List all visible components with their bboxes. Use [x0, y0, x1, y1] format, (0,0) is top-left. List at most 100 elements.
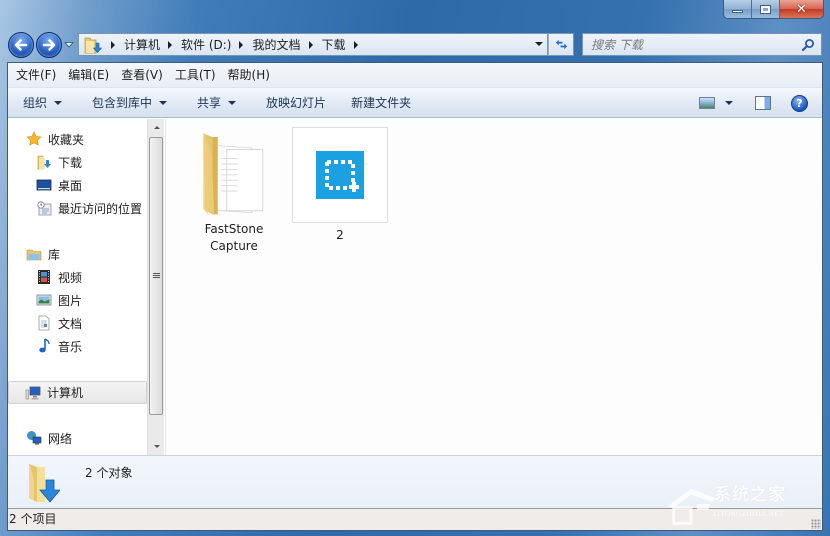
help-icon[interactable]: ?: [791, 94, 808, 112]
video-icon: [36, 269, 53, 285]
nav-downloads-label: 下载: [58, 155, 83, 170]
nav-music-label: 音乐: [58, 339, 83, 354]
menu-help[interactable]: 帮助(H): [222, 63, 276, 88]
nav-documents[interactable]: 文档: [36, 313, 82, 333]
breadcrumb-my-documents[interactable]: 我的文档: [252, 36, 300, 53]
breadcrumb-drive-d[interactable]: 软件 (D:): [181, 36, 231, 53]
toolbar-right-group: ?: [699, 88, 822, 118]
chevron-down-icon: [54, 100, 63, 105]
pictures-icon: [36, 292, 53, 308]
explorer-client-area: 文件(F) 编辑(E) 查看(V) 工具(T) 帮助(H) 组织 包含到库中 共…: [7, 62, 823, 531]
resize-grip[interactable]: [811, 519, 821, 529]
refresh-icon: [555, 39, 567, 50]
minimize-button[interactable]: [724, 0, 752, 18]
change-view-icon[interactable]: [699, 97, 715, 109]
forward-button[interactable]: [36, 32, 62, 58]
address-history-dropdown[interactable]: [535, 42, 543, 46]
nav-music[interactable]: 音乐: [36, 336, 82, 356]
maximize-button[interactable]: [752, 0, 780, 18]
breadcrumb-separator[interactable]: [353, 40, 358, 49]
close-button[interactable]: ✕: [780, 0, 823, 18]
screen-capture-icon: [316, 151, 364, 199]
maximize-icon: [760, 4, 771, 14]
arrow-right-icon: [42, 39, 56, 51]
breadcrumb-computer[interactable]: 计算机: [124, 36, 160, 53]
navpane-scrollbar[interactable]: [147, 119, 164, 455]
recent-pages-dropdown[interactable]: [64, 41, 74, 49]
slideshow-button[interactable]: 放映幻灯片: [246, 90, 336, 116]
menu-view[interactable]: 查看(V): [115, 63, 169, 88]
recent-places-icon: [36, 200, 53, 216]
details-summary: 2 个对象: [85, 466, 133, 480]
organize-button[interactable]: 组织: [8, 90, 72, 116]
nav-recent-places-label: 最近访问的位置: [58, 201, 143, 216]
desktop-icon: [36, 177, 53, 193]
breadcrumb-separator[interactable]: [168, 40, 173, 49]
menu-tools[interactable]: 工具(T): [169, 63, 222, 88]
address-bar[interactable]: 计算机 软件 (D:) 我的文档 下载: [78, 33, 548, 56]
file-name-line2: Capture: [210, 239, 258, 253]
file-item-2[interactable]: 2: [292, 127, 388, 244]
music-note-icon: [36, 338, 53, 354]
nav-network[interactable]: 网络: [26, 428, 72, 448]
nav-videos[interactable]: 视频: [36, 267, 82, 287]
breadcrumb-separator[interactable]: [239, 40, 244, 49]
star-icon: [26, 131, 43, 147]
nav-favorites[interactable]: 收藏夹: [26, 129, 84, 149]
search-box[interactable]: [582, 33, 822, 56]
include-in-library-button[interactable]: 包含到库中: [72, 90, 177, 116]
view-options-dropdown[interactable]: [725, 101, 733, 105]
scroll-up-button[interactable]: [148, 119, 165, 136]
breadcrumb-separator[interactable]: [111, 40, 115, 49]
slideshow-label: 放映幻灯片: [266, 96, 327, 110]
network-icon: [26, 430, 43, 446]
chevron-down-icon: [228, 100, 237, 105]
file-list-pane[interactable]: FastStone Capture 2: [165, 119, 822, 455]
status-text: 2 个项目: [9, 512, 57, 526]
nav-desktop[interactable]: 桌面: [36, 175, 82, 195]
nav-pictures[interactable]: 图片: [36, 290, 82, 310]
chevron-down-icon: [153, 445, 160, 448]
download-folder-icon: [83, 36, 103, 54]
file-item-faststone-capture[interactable]: FastStone Capture: [186, 125, 282, 255]
search-icon[interactable]: [801, 38, 815, 52]
download-folder-icon: [36, 154, 53, 170]
breadcrumb-separator[interactable]: [308, 40, 313, 49]
window-frame: ✕ 计算机 软件 (D:) 我的文档 下载 搜索 下载 文件(F) 编辑(E) …: [0, 0, 830, 536]
close-icon: ✕: [796, 1, 807, 17]
documents-icon: [36, 315, 53, 331]
navigation-row: 计算机 软件 (D:) 我的文档 下载: [0, 30, 830, 60]
chevron-up-icon: [153, 126, 160, 129]
file-name-line1: 2: [336, 228, 344, 242]
details-pane: 2 个对象: [8, 455, 822, 508]
caption-buttons: ✕: [723, 0, 824, 19]
menu-bar: 文件(F) 编辑(E) 查看(V) 工具(T) 帮助(H): [8, 63, 822, 88]
menu-file[interactable]: 文件(F): [10, 63, 62, 88]
nav-favorites-label: 收藏夹: [48, 132, 85, 147]
computer-icon: [25, 385, 42, 401]
nav-libraries[interactable]: 库: [26, 244, 60, 264]
search-input[interactable]: [583, 37, 783, 52]
back-button[interactable]: [8, 32, 34, 58]
breadcrumb-downloads[interactable]: 下载: [322, 36, 346, 53]
refresh-button[interactable]: [548, 33, 574, 56]
download-folder-icon: [26, 462, 61, 504]
nav-computer[interactable]: 计算机: [8, 381, 147, 404]
nav-recent-places[interactable]: 最近访问的位置: [36, 198, 142, 218]
minimize-icon: [732, 10, 743, 13]
menu-edit[interactable]: 编辑(E): [62, 63, 115, 88]
organize-label: 组织: [23, 96, 48, 110]
scroll-down-button[interactable]: [148, 438, 165, 455]
nav-downloads[interactable]: 下载: [36, 152, 82, 172]
nav-videos-label: 视频: [58, 270, 83, 285]
navigation-pane: 收藏夹 下载 桌面 最近访问的位置 库 视频 图片 文档 音乐 计算机 网络: [8, 119, 164, 455]
preview-pane-icon[interactable]: [755, 96, 771, 110]
nav-documents-label: 文档: [58, 316, 83, 331]
folder-icon: [186, 125, 282, 221]
scrollbar-thumb[interactable]: [149, 137, 163, 415]
status-bar: 2 个项目: [8, 508, 822, 530]
image-thumbnail: [292, 127, 388, 223]
new-folder-button[interactable]: 新建文件夹: [336, 90, 421, 116]
share-button[interactable]: 共享: [177, 90, 246, 116]
command-bar: 组织 包含到库中 共享 放映幻灯片 新建文件夹 ?: [8, 88, 822, 118]
